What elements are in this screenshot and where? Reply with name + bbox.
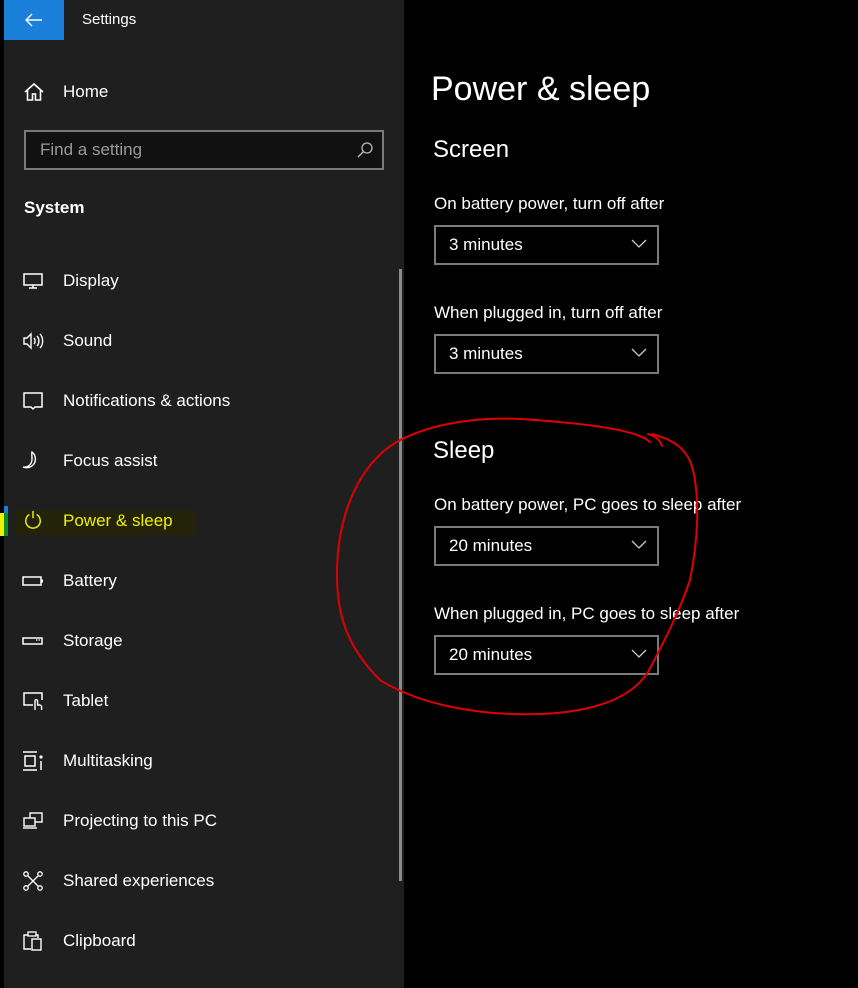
- clipboard-icon: [23, 931, 42, 951]
- sidebar: Settings Home System Display Sound: [0, 0, 404, 988]
- sidebar-item-notifications[interactable]: Notifications & actions: [4, 381, 400, 421]
- sidebar-item-label: Projecting to this PC: [63, 811, 218, 830]
- storage-icon: [22, 637, 43, 645]
- sidebar-item-sound[interactable]: Sound: [4, 321, 400, 361]
- search-icon[interactable]: [356, 141, 374, 159]
- nav-home-label: Home: [63, 82, 109, 101]
- home-icon: [24, 82, 44, 101]
- highlighter-mark: [4, 513, 8, 536]
- speaker-icon: [23, 332, 44, 350]
- screen-plugged-label: When plugged in, turn off after: [434, 303, 663, 322]
- sleep-plugged-dropdown[interactable]: 20 minutes: [434, 635, 659, 675]
- power-icon: [25, 510, 41, 529]
- sidebar-item-label: Multitasking: [63, 751, 153, 770]
- back-button[interactable]: [4, 0, 64, 40]
- arrow-left-icon: [25, 13, 42, 27]
- sidebar-item-label: Focus assist: [63, 451, 158, 470]
- multitasking-icon: [23, 751, 43, 771]
- tablet-icon: [23, 692, 43, 710]
- sidebar-item-clipboard[interactable]: Clipboard: [4, 921, 400, 961]
- sidebar-item-label: Display: [63, 271, 119, 290]
- projecting-icon: [23, 812, 43, 829]
- sidebar-item-label: Tablet: [63, 691, 109, 710]
- sleep-heading: Sleep: [433, 437, 495, 464]
- sidebar-item-label: Battery: [63, 571, 117, 590]
- dropdown-value: 20 minutes: [449, 536, 533, 555]
- sidebar-item-storage[interactable]: Storage: [4, 621, 400, 661]
- chevron-down-icon: [631, 348, 647, 357]
- sidebar-item-multitasking[interactable]: Multitasking: [4, 741, 400, 781]
- moon-icon: [22, 451, 37, 469]
- search-box[interactable]: [24, 130, 384, 170]
- screen-battery-dropdown[interactable]: 3 minutes: [434, 225, 659, 265]
- sidebar-item-tablet[interactable]: Tablet: [4, 681, 400, 721]
- search-input[interactable]: [26, 132, 360, 168]
- monitor-icon: [23, 273, 43, 289]
- dropdown-value: 3 minutes: [449, 235, 523, 254]
- page-title: Power & sleep: [431, 70, 651, 108]
- sidebar-item-projecting[interactable]: Projecting to this PC: [4, 801, 400, 841]
- sidebar-item-label: Shared experiences: [63, 871, 215, 890]
- shared-experiences-icon: [23, 871, 43, 891]
- app-title: Settings: [82, 11, 137, 28]
- notification-icon: [23, 392, 43, 411]
- section-title-system: System: [24, 198, 85, 217]
- sidebar-item-label: Clipboard: [63, 931, 136, 950]
- battery-icon: [22, 576, 43, 586]
- content-pane: Power & sleep Screen On battery power, t…: [404, 0, 858, 988]
- sidebar-scrollbar[interactable]: [399, 269, 402, 881]
- dropdown-value: 20 minutes: [449, 645, 533, 664]
- sidebar-item-display[interactable]: Display: [4, 261, 400, 301]
- sleep-plugged-label: When plugged in, PC goes to sleep after: [434, 604, 740, 623]
- sidebar-item-label: Notifications & actions: [63, 391, 231, 410]
- chevron-down-icon: [631, 540, 647, 549]
- sidebar-item-label: Sound: [63, 331, 113, 350]
- sidebar-item-focus-assist[interactable]: Focus assist: [4, 441, 400, 481]
- sidebar-item-battery[interactable]: Battery: [4, 561, 400, 601]
- chevron-down-icon: [631, 239, 647, 248]
- sleep-battery-dropdown[interactable]: 20 minutes: [434, 526, 659, 566]
- sidebar-item-label: Power & sleep: [63, 511, 173, 530]
- screen-heading: Screen: [433, 136, 510, 163]
- sidebar-item-power-sleep[interactable]: Power & sleep: [0, 501, 400, 541]
- sleep-battery-label: On battery power, PC goes to sleep after: [434, 495, 742, 514]
- sidebar-item-shared-experiences[interactable]: Shared experiences: [4, 861, 400, 901]
- chevron-down-icon: [631, 649, 647, 658]
- screen-plugged-dropdown[interactable]: 3 minutes: [434, 334, 659, 374]
- dropdown-value: 3 minutes: [449, 344, 523, 363]
- sidebar-item-label: Storage: [63, 631, 123, 650]
- screen-battery-label: On battery power, turn off after: [434, 194, 665, 213]
- nav-home[interactable]: Home: [4, 74, 400, 110]
